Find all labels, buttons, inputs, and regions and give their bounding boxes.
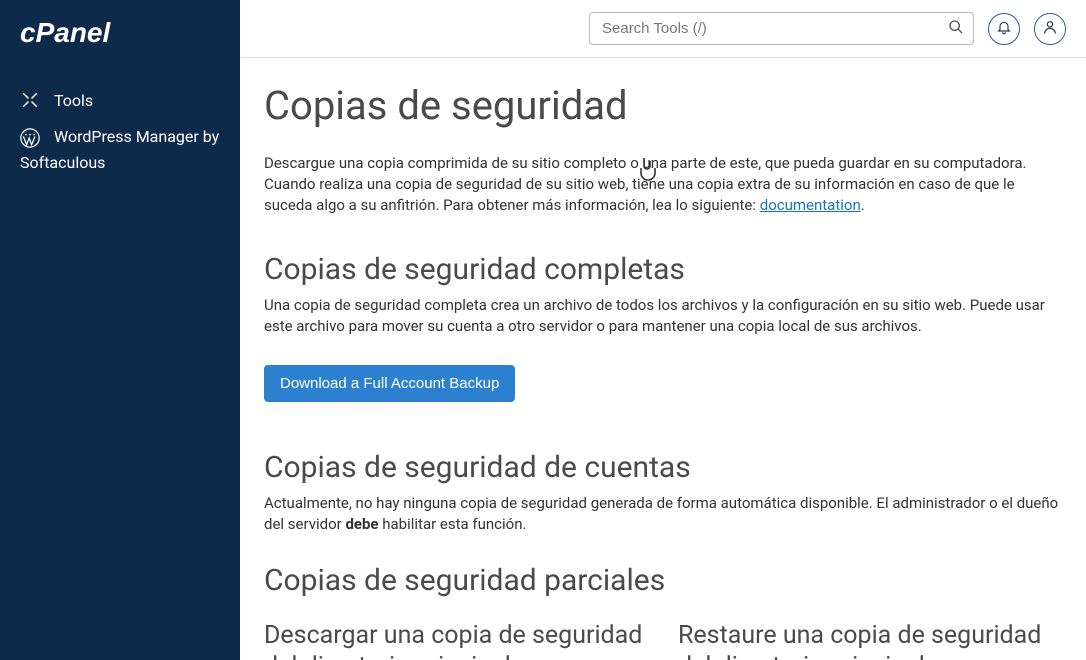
sidebar-item-label: Tools [54, 91, 93, 110]
download-home-col: Descargar una copia de seguridad del dir… [264, 620, 648, 660]
page-title: Copias de seguridad [264, 82, 1062, 129]
intro-text: Descargue una copia comprimida de su sit… [264, 153, 1062, 216]
logo: cPanel [0, 18, 240, 80]
notifications-button[interactable] [988, 13, 1020, 45]
partial-columns: Descargar una copia de seguridad del dir… [264, 620, 1062, 660]
sidebar-item-tools[interactable]: Tools [0, 80, 240, 120]
full-backups-desc: Una copia de seguridad completa crea un … [264, 295, 1062, 337]
intro-suffix: . [861, 196, 865, 214]
tools-icon [20, 90, 40, 110]
account-desc-bold: debe [345, 515, 378, 533]
logo-text: cPanel [20, 33, 140, 52]
download-full-backup-button[interactable]: Download a Full Account Backup [264, 365, 515, 402]
restore-home-title: Restaure una copia de seguridad del dire… [678, 620, 1062, 660]
main: Copias de seguridad Descargue una copia … [240, 0, 1086, 660]
sidebar-item-label: WordPress Manager by Softaculous [20, 127, 219, 172]
search-icon[interactable] [948, 19, 964, 39]
documentation-link[interactable]: documentation [760, 196, 861, 214]
svg-text:cPanel: cPanel [20, 18, 111, 48]
download-home-title: Descargar una copia de seguridad del dir… [264, 620, 648, 660]
partial-backups-title: Copias de seguridad parciales [264, 563, 1062, 598]
account-desc-suffix: habilitar esta función. [379, 515, 527, 533]
account-backups-desc: Actualmente, no hay ninguna copia de seg… [264, 493, 1062, 535]
search-input[interactable] [589, 12, 974, 45]
topbar [240, 0, 1086, 58]
full-backups-title: Copias de seguridad completas [264, 252, 1062, 287]
wordpress-icon [20, 128, 40, 148]
search-wrap [589, 12, 974, 45]
account-backups-title: Copias de seguridad de cuentas [264, 450, 1062, 485]
intro-prefix: Descargue una copia comprimida de su sit… [264, 154, 1027, 214]
user-button[interactable] [1034, 13, 1066, 45]
restore-home-col: Restaure una copia de seguridad del dire… [678, 620, 1062, 660]
user-icon [1042, 19, 1058, 39]
bell-icon [996, 19, 1012, 39]
content: Copias de seguridad Descargue una copia … [240, 58, 1086, 660]
sidebar-item-wordpress-manager[interactable]: WordPress Manager by Softaculous [0, 120, 240, 185]
sidebar: cPanel Tools WordPress Manager by Softac… [0, 0, 240, 660]
